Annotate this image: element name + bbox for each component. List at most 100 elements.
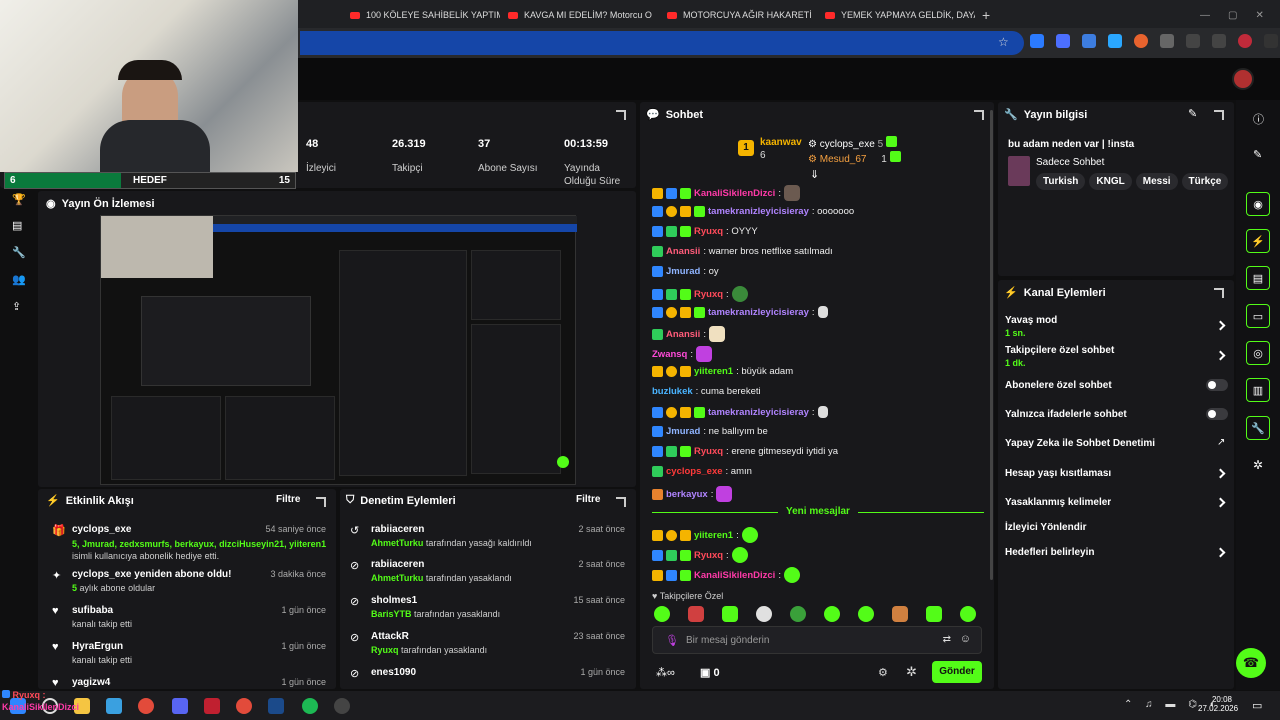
expand-icon[interactable]	[1214, 288, 1224, 298]
subscribers-only-toggle[interactable]	[1206, 379, 1228, 391]
chat-message: Anansii:	[652, 326, 725, 342]
chat-message: tamekranizleyicisieray:	[652, 406, 828, 418]
menu-icon[interactable]	[1264, 34, 1278, 48]
activity-filter-button[interactable]: Filtre	[276, 494, 300, 505]
extension-icon[interactable]	[1056, 34, 1070, 48]
window-controls[interactable]: — ▢ ✕	[1200, 5, 1264, 25]
chrome-icon[interactable]	[138, 698, 154, 714]
bookmark-star-icon[interactable]: ☆	[998, 35, 1009, 49]
rail-button-broadcast[interactable]: ◎	[1246, 341, 1270, 365]
rail-button-notes[interactable]: ▤	[1246, 266, 1270, 290]
edit-icon[interactable]: ✎	[1188, 107, 1197, 120]
emote[interactable]	[688, 606, 704, 622]
url-input[interactable]	[300, 31, 1024, 55]
extensions-icon[interactable]: ✲	[1253, 458, 1263, 472]
edge-icon[interactable]	[106, 698, 122, 714]
gift-icon	[889, 151, 901, 162]
expand-icon[interactable]	[616, 497, 626, 507]
extension-icon[interactable]	[1134, 34, 1148, 48]
minimize-icon[interactable]: —	[1200, 10, 1210, 21]
action-slow-mode[interactable]: Yavaş mod 1 sn.	[1005, 315, 1057, 338]
stream-preview[interactable]	[100, 215, 577, 485]
obs-icon[interactable]	[334, 698, 350, 714]
external-link-icon[interactable]: ↗	[1217, 437, 1225, 448]
expand-icon[interactable]	[974, 110, 984, 120]
emote[interactable]	[892, 606, 908, 622]
send-button[interactable]: Gönder	[932, 661, 982, 683]
extension-icon[interactable]	[1082, 34, 1096, 48]
users-icon[interactable]: 👥	[12, 273, 26, 286]
emoji-icon[interactable]: ☺	[960, 633, 971, 645]
chat-message: KanaliSikilenDizci:	[652, 185, 800, 201]
tokens[interactable]: ▣ 0	[700, 666, 720, 679]
discord-icon[interactable]	[172, 698, 188, 714]
gift-badge	[680, 187, 691, 199]
action-set-goals[interactable]: Hedefleri belirleyin	[1005, 547, 1094, 558]
rail-button-moderation[interactable]: ▥	[1246, 378, 1270, 402]
emotes-only-toggle[interactable]	[1206, 408, 1228, 420]
chrome-icon[interactable]	[236, 698, 252, 714]
profile-avatar[interactable]	[1238, 34, 1252, 48]
emote[interactable]	[654, 606, 670, 622]
settings-icon[interactable]: ⚙	[878, 666, 888, 679]
microphone-icon[interactable]: 🎙	[665, 634, 679, 647]
maximize-icon[interactable]: ▢	[1228, 10, 1237, 21]
chat-scrollbar[interactable]	[990, 110, 993, 580]
browser-tab[interactable]: 100 KÖLEYE SAHİBELİK YAPTIM✕	[350, 5, 500, 25]
scroll-down-icon[interactable]: ⇓	[810, 168, 819, 181]
extension-icon[interactable]	[1030, 34, 1044, 48]
upload-icon[interactable]: ⇪	[12, 300, 24, 313]
rail-button-bolt[interactable]: ⚡	[1246, 229, 1270, 253]
chat-message: tamekranizleyicisieray: ooooooo	[652, 206, 854, 217]
download-icon[interactable]	[1186, 34, 1200, 48]
steam-icon[interactable]	[268, 698, 284, 714]
category-thumbnail[interactable]	[1008, 156, 1030, 186]
puzzle-icon[interactable]	[1160, 34, 1174, 48]
spotify-icon[interactable]	[302, 698, 318, 714]
notification-icon[interactable]: ▭	[1252, 699, 1262, 712]
expand-icon[interactable]	[1214, 110, 1224, 120]
expand-icon[interactable]	[616, 110, 626, 120]
action-ai-moderation[interactable]: Yapay Zeka ile Sohbet Denetimi	[1005, 438, 1155, 449]
translate-icon[interactable]: ⇄	[943, 634, 951, 645]
overlay-chat: Ryuxq : KanaliSikilenDizci	[2, 690, 80, 712]
ban-icon: ⊘	[350, 668, 360, 680]
layout-icon[interactable]: ▤	[12, 219, 24, 232]
puzzle-icon[interactable]: ✲	[906, 664, 917, 680]
emote[interactable]	[756, 606, 772, 622]
support-icon[interactable]: ☎	[1236, 648, 1266, 678]
clock[interactable]: 20:08 27.02.2026	[1198, 695, 1238, 713]
chat-input[interactable]: 🎙 Bir mesaj gönderin ⇄ ☺	[652, 626, 982, 654]
wrench-icon[interactable]: 🔧	[12, 246, 26, 259]
emote[interactable]	[790, 606, 806, 622]
action-banned-words[interactable]: Yasaklanmış kelimeler	[1005, 497, 1111, 508]
extension-icon[interactable]	[1108, 34, 1122, 48]
emote	[708, 326, 725, 342]
emote[interactable]	[960, 606, 976, 622]
info-icon[interactable]: ⓘ	[1253, 111, 1264, 127]
pen-icon[interactable]: ✎	[1253, 148, 1262, 161]
emote[interactable]	[858, 606, 874, 622]
action-account-age[interactable]: Hesap yaşı kısıtlaması	[1005, 468, 1111, 479]
close-window-icon[interactable]: ✕	[1255, 10, 1263, 21]
playlist-icon[interactable]	[1212, 34, 1226, 48]
browser-tab[interactable]: KAVGA MI EDELİM? Motorcu O✕	[508, 5, 658, 25]
rail-button-tools[interactable]: 🔧	[1246, 416, 1270, 440]
new-tab-button[interactable]: +	[982, 5, 990, 25]
points-icon[interactable]: ⁂∞	[656, 666, 675, 679]
emote[interactable]	[824, 606, 840, 622]
expand-icon[interactable]	[316, 497, 326, 507]
action-followers-only[interactable]: Takipçilere özel sohbet 1 dk.	[1005, 345, 1114, 368]
trophy-icon[interactable]: 🏆	[12, 193, 26, 206]
emote[interactable]	[722, 606, 738, 622]
chat-message: Jmurad: oy	[652, 266, 719, 277]
moderation-filter-button[interactable]: Filtre	[576, 494, 600, 505]
user-avatar[interactable]	[1232, 68, 1254, 90]
browser-tab[interactable]: YEMEK YAPMAYA GELDİK, DAYA✕	[825, 5, 975, 25]
rail-button-chat[interactable]: ▭	[1246, 304, 1270, 328]
app-icon[interactable]	[204, 698, 220, 714]
emote[interactable]	[926, 606, 942, 622]
action-raid[interactable]: İzleyici Yönlendir	[1005, 522, 1087, 533]
rail-button-stream[interactable]: ◉	[1246, 192, 1270, 216]
browser-tab[interactable]: MOTORCUYA AĞIR HAKARETİ✕	[667, 5, 817, 25]
